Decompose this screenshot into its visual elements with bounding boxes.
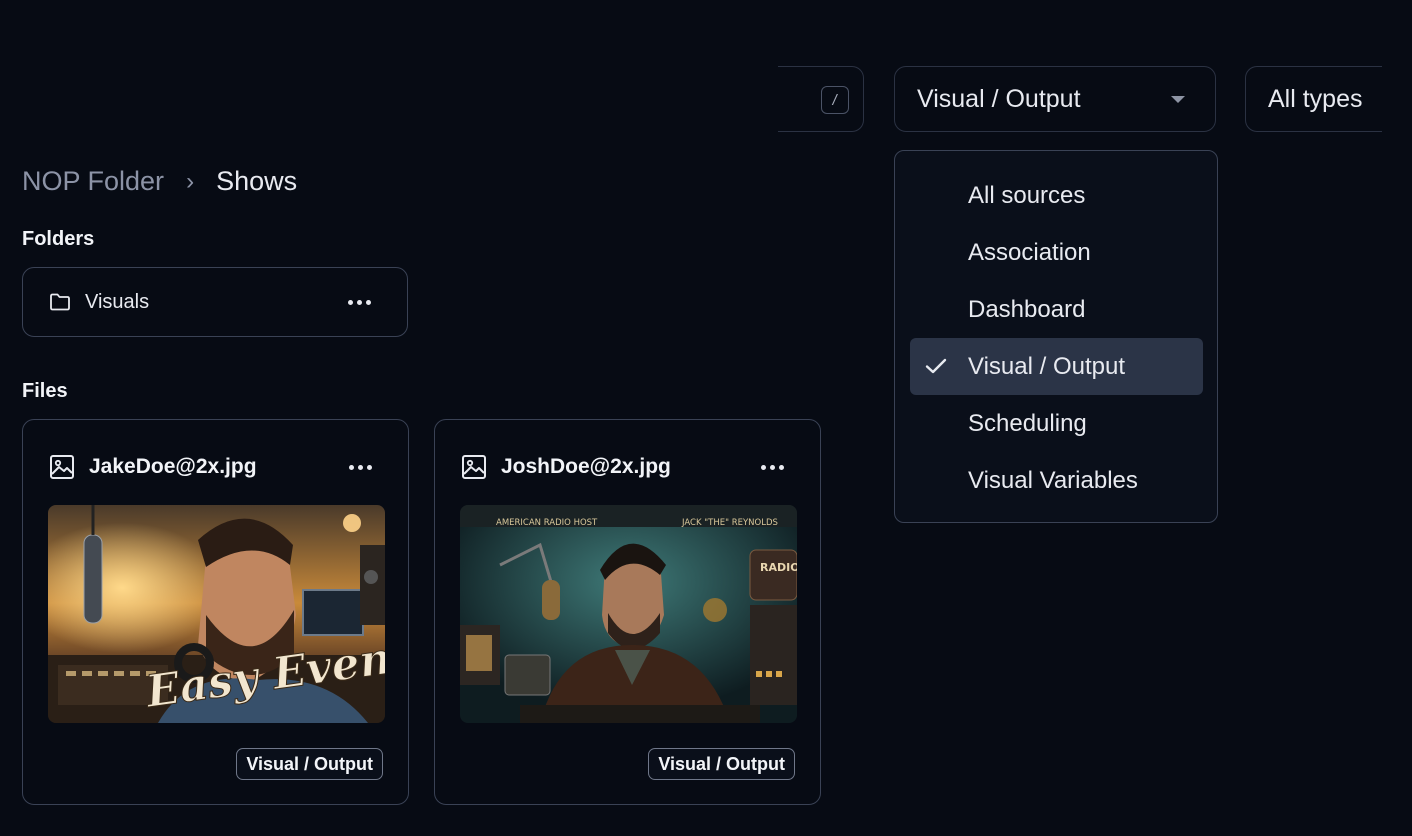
thumbnail-header-left: AMERICAN RADIO HOST xyxy=(496,518,598,528)
folder-card[interactable]: Visuals xyxy=(22,267,408,337)
caret-down-icon xyxy=(1171,95,1185,103)
folders-heading: Folders xyxy=(22,228,95,250)
source-filter-menu: All sources Association Dashboard Visual… xyxy=(894,150,1218,523)
menu-item-label: Visual / Output xyxy=(968,352,1125,380)
menu-item-visual-variables[interactable]: Visual Variables xyxy=(910,452,1203,509)
file-thumbnail[interactable]: AMERICAN RADIO HOST JACK "THE" REYNOLDS … xyxy=(460,505,797,723)
file-card[interactable]: JoshDoe@2x.jpg AMERICAN RADIO HOST JACK … xyxy=(434,419,821,805)
thumbnail-image: Easy Evening xyxy=(48,505,385,723)
breadcrumb: NOP Folder › Shows xyxy=(22,166,297,197)
menu-item-label: Visual Variables xyxy=(968,466,1138,494)
files-heading: Files xyxy=(22,380,68,402)
menu-item-all-sources[interactable]: All sources xyxy=(910,167,1203,224)
breadcrumb-current: Shows xyxy=(216,166,298,196)
file-card-header: JoshDoe@2x.jpg xyxy=(461,454,820,480)
folder-icon xyxy=(50,293,70,311)
file-name: JakeDoe@2x.jpg xyxy=(89,455,257,478)
more-options-icon[interactable] xyxy=(761,459,784,476)
menu-item-label: All sources xyxy=(968,181,1086,209)
menu-item-label: Association xyxy=(968,238,1091,266)
file-name: JoshDoe@2x.jpg xyxy=(501,455,671,478)
source-filter-value: Visual / Output xyxy=(917,84,1081,113)
source-tag-badge: Visual / Output xyxy=(236,748,383,780)
type-filter-value: All types xyxy=(1268,84,1363,113)
menu-item-label: Scheduling xyxy=(968,409,1087,437)
page: / Visual / Output All types All sources … xyxy=(0,0,1412,836)
menu-item-association[interactable]: Association xyxy=(910,224,1203,281)
source-tag-badge: Visual / Output xyxy=(648,748,795,780)
image-icon xyxy=(50,455,74,479)
source-filter-select[interactable]: Visual / Output xyxy=(894,66,1216,132)
search-input[interactable]: / xyxy=(778,66,864,132)
menu-item-scheduling[interactable]: Scheduling xyxy=(910,395,1203,452)
menu-item-label: Dashboard xyxy=(968,295,1086,323)
chevron-right-icon: › xyxy=(186,167,195,195)
folder-name: Visuals xyxy=(85,290,150,313)
search-shortcut-key: / xyxy=(821,86,849,114)
menu-item-visual-output[interactable]: Visual / Output xyxy=(910,338,1203,395)
more-options-icon[interactable] xyxy=(349,459,372,476)
more-options-icon[interactable] xyxy=(348,294,371,311)
breadcrumb-root-link[interactable]: NOP Folder xyxy=(22,166,164,197)
file-card-header: JakeDoe@2x.jpg xyxy=(49,454,408,480)
type-filter-select[interactable]: All types xyxy=(1245,66,1382,132)
check-icon xyxy=(925,358,947,374)
file-thumbnail[interactable]: Easy Evening xyxy=(48,505,385,723)
thumbnail-image: AMERICAN RADIO HOST JACK "THE" REYNOLDS … xyxy=(460,505,797,723)
thumbnail-header-right: JACK "THE" REYNOLDS xyxy=(681,518,778,528)
thumbnail-sign-text: RADIO xyxy=(760,561,797,574)
menu-item-dashboard[interactable]: Dashboard xyxy=(910,281,1203,338)
file-card[interactable]: JakeDoe@2x.jpg Easy Evening Visual / Out… xyxy=(22,419,409,805)
image-icon xyxy=(462,455,486,479)
